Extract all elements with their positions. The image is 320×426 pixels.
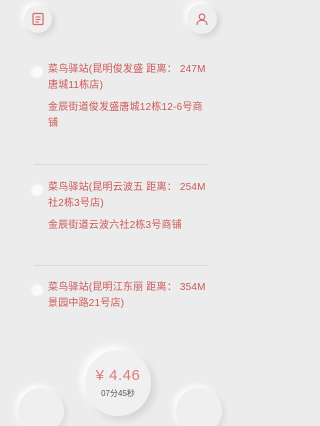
station-item[interactable]: 菜鸟驿站(昆明江东丽 距离： 354M 景园中路21号店) [0, 280, 240, 312]
app-screen: 菜鸟驿站(昆明俊发盛 距离： 247M 唐城11栋店) 金辰街道俊发盛唐城12栋… [0, 0, 240, 426]
pay-button[interactable]: ¥ 4.46 07分45秒 [85, 350, 151, 416]
right-action-button[interactable] [176, 388, 222, 426]
user-button[interactable] [187, 4, 217, 34]
user-icon [196, 13, 208, 26]
station-radio[interactable] [30, 65, 43, 78]
station-title: 菜鸟驿站(昆明云波五 距离： 254M [48, 182, 206, 193]
station-title-cont: 社2栋3号店) [48, 198, 104, 209]
station-radio[interactable] [30, 183, 43, 196]
station-address: 金辰街道云波六社2栋3号商铺 [48, 220, 182, 231]
order-list-button[interactable] [24, 5, 52, 33]
station-title-cont: 景园中路21号店) [48, 298, 125, 309]
order-list-icon [32, 12, 44, 26]
station-title: 菜鸟驿站(昆明俊发盛 距离： 247M [48, 64, 206, 75]
price-text: ¥ 4.46 [95, 367, 141, 384]
divider [34, 164, 208, 165]
timer-text: 07分45秒 [101, 389, 135, 398]
station-title-cont: 唐城11栋店) [48, 80, 104, 91]
left-action-button[interactable] [18, 388, 64, 426]
station-address-cont: 铺 [48, 118, 59, 129]
station-title: 菜鸟驿站(昆明江东丽 距离： 354M [48, 282, 206, 293]
station-item[interactable]: 菜鸟驿站(昆明俊发盛 距离： 247M 唐城11栋店) 金辰街道俊发盛唐城12栋… [0, 62, 240, 132]
station-address: 金辰街道俊发盛唐城12栋12-6号商 [48, 102, 203, 113]
station-item[interactable]: 菜鸟驿站(昆明云波五 距离： 254M 社2栋3号店) 金辰街道云波六社2栋3号… [0, 180, 240, 234]
station-radio[interactable] [30, 283, 43, 296]
divider [34, 265, 208, 266]
